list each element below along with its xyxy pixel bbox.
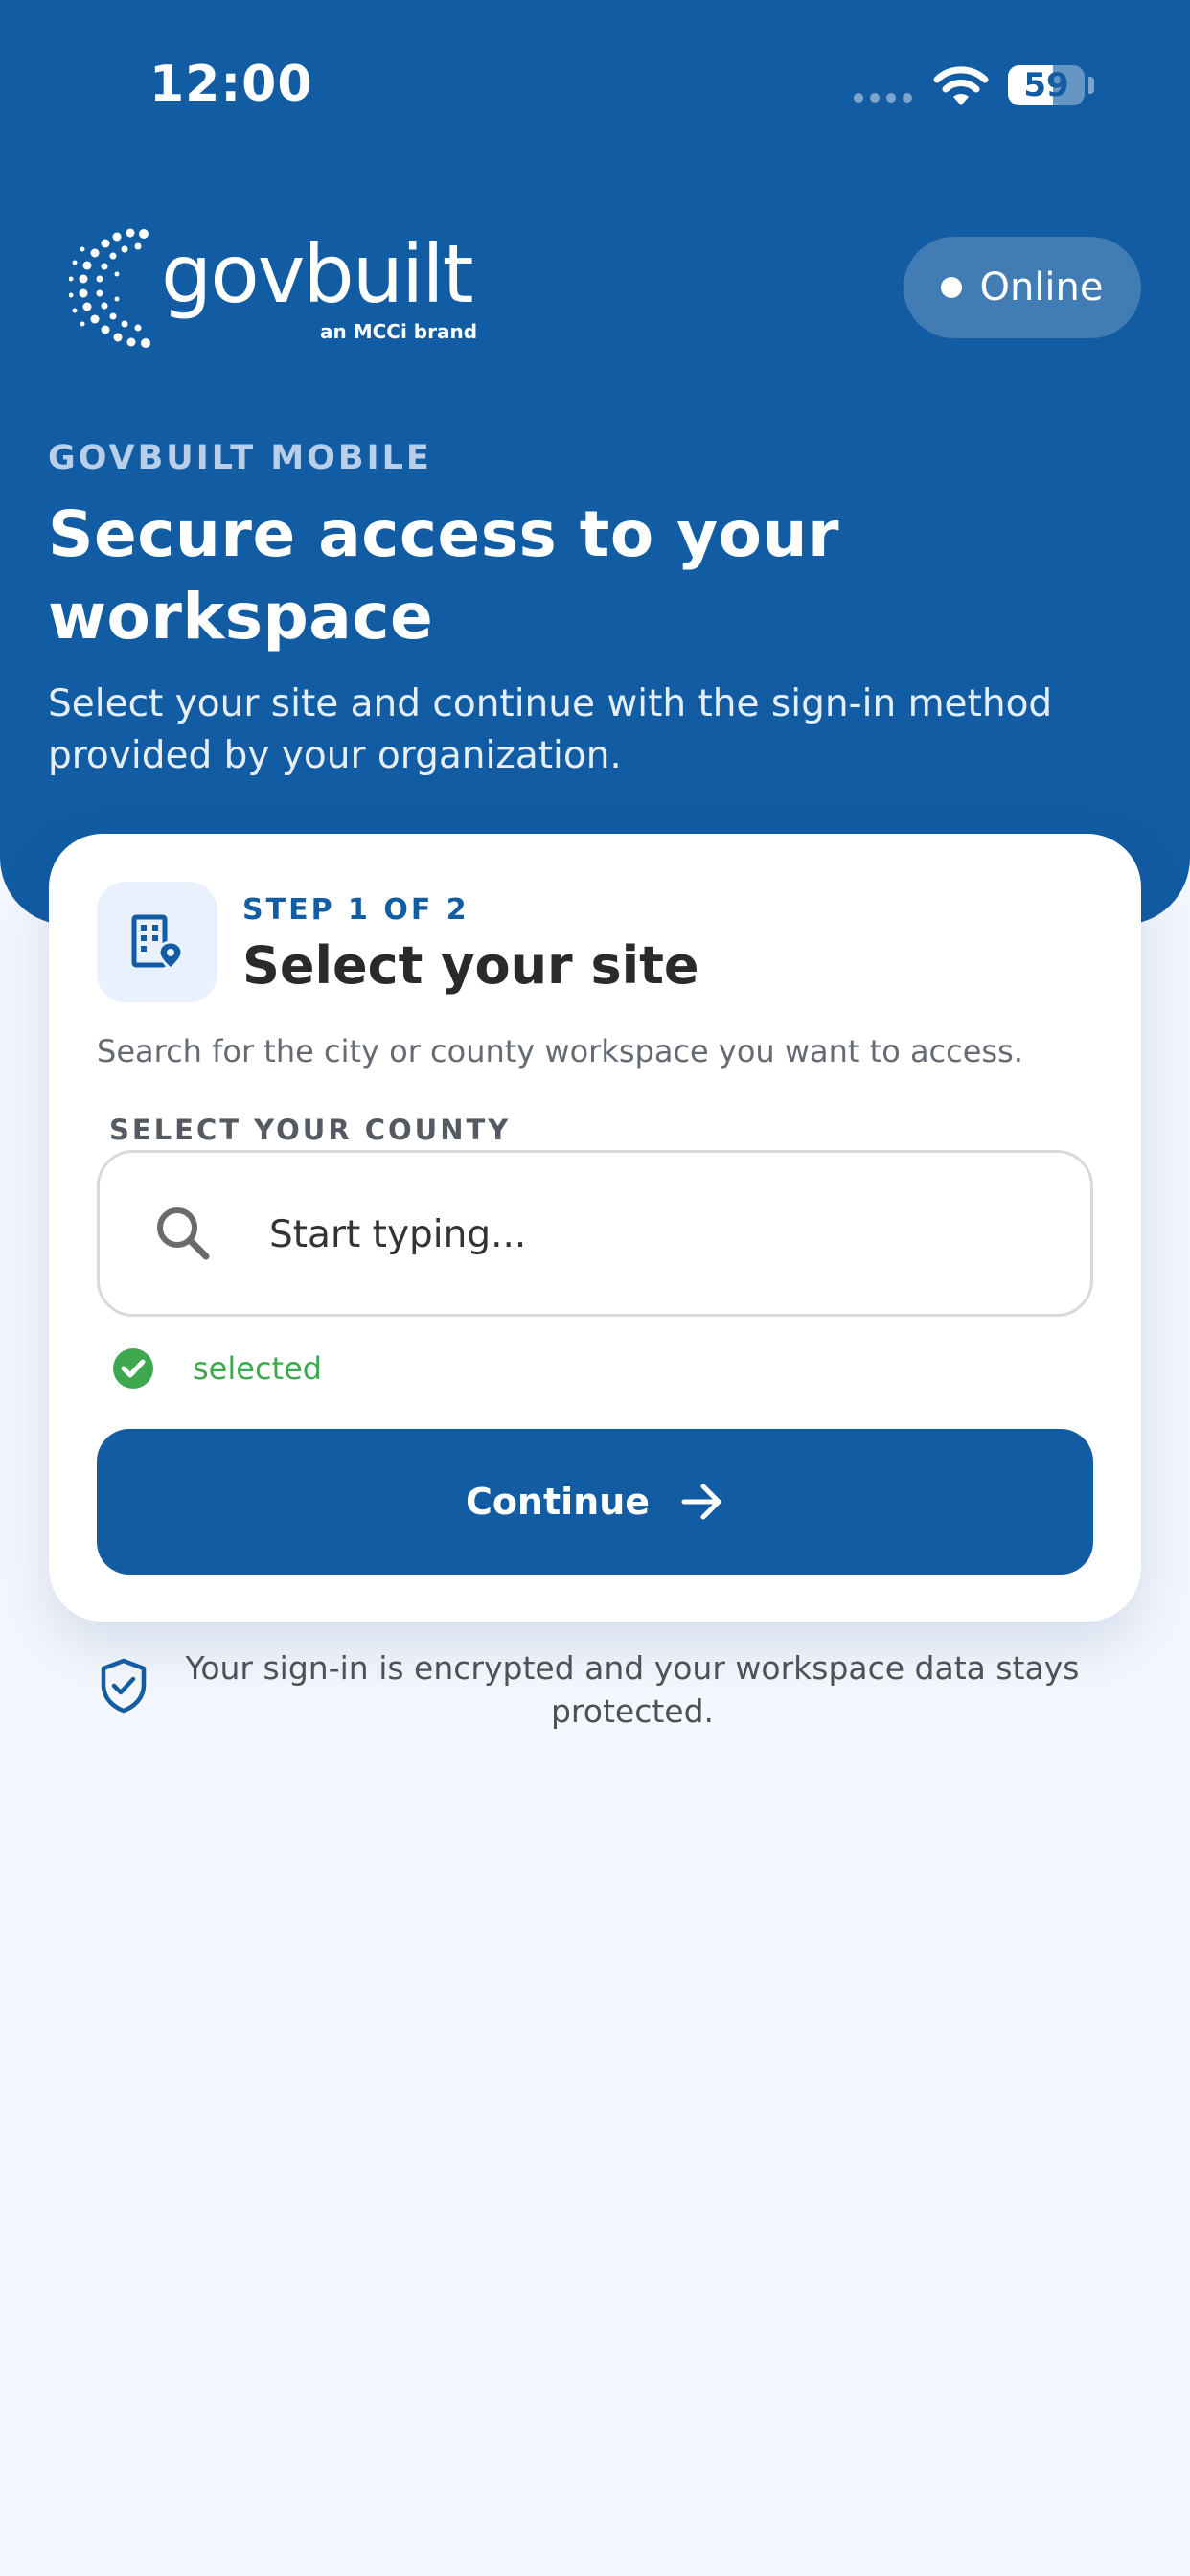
selection-status-text: selected [193, 1350, 323, 1387]
app-eyebrow: GOVBUILT MOBILE [48, 439, 432, 477]
battery-percent: 59 [1023, 66, 1069, 104]
county-search-field[interactable] [97, 1150, 1093, 1317]
continue-button[interactable]: Continue [97, 1429, 1093, 1575]
hero-subtitle: Select your site and continue with the s… [48, 682, 1053, 777]
battery-icon: 59 [1008, 65, 1085, 105]
card-icon-container [97, 882, 217, 1002]
card-title: Select your site [242, 935, 699, 996]
sign-in-screen: 12:00 59 govbuilt an MCCi brand Online G… [0, 0, 1190, 2576]
govbuilt-logo: govbuilt an MCCi brand [69, 226, 477, 351]
search-icon [157, 1208, 210, 1260]
county-field-label: SELECT YOUR COUNTY [109, 1114, 512, 1146]
check-circle-icon [113, 1348, 153, 1389]
logo-dots-icon [69, 228, 150, 348]
security-note: Your sign-in is encrypted and your works… [185, 1649, 1080, 1730]
selection-status: selected [112, 1347, 322, 1390]
logo-wordmark: govbuilt [161, 227, 474, 321]
connection-status-pill: Online [904, 237, 1141, 338]
building-location-icon [131, 914, 184, 971]
shield-check-icon [101, 1658, 147, 1714]
connection-status-label: Online [979, 265, 1104, 310]
status-time: 12:00 [149, 56, 313, 113]
online-dot-icon [941, 277, 963, 298]
hero-title: Secure access to your workspace [48, 497, 840, 654]
continue-button-label: Continue [465, 1481, 651, 1523]
logo-tagline: an MCCi brand [320, 320, 478, 343]
battery-tip [1088, 77, 1094, 94]
arrow-right-icon [681, 1484, 721, 1520]
site-selection-card: STEP 1 OF 2 Select your site Search for … [49, 834, 1141, 1622]
card-description: Search for the city or county workspace … [97, 1033, 1023, 1070]
cellular-signal-icon [854, 93, 912, 103]
step-indicator: STEP 1 OF 2 [242, 893, 469, 927]
wifi-icon [933, 66, 989, 105]
county-search-input[interactable] [267, 1153, 1057, 1316]
